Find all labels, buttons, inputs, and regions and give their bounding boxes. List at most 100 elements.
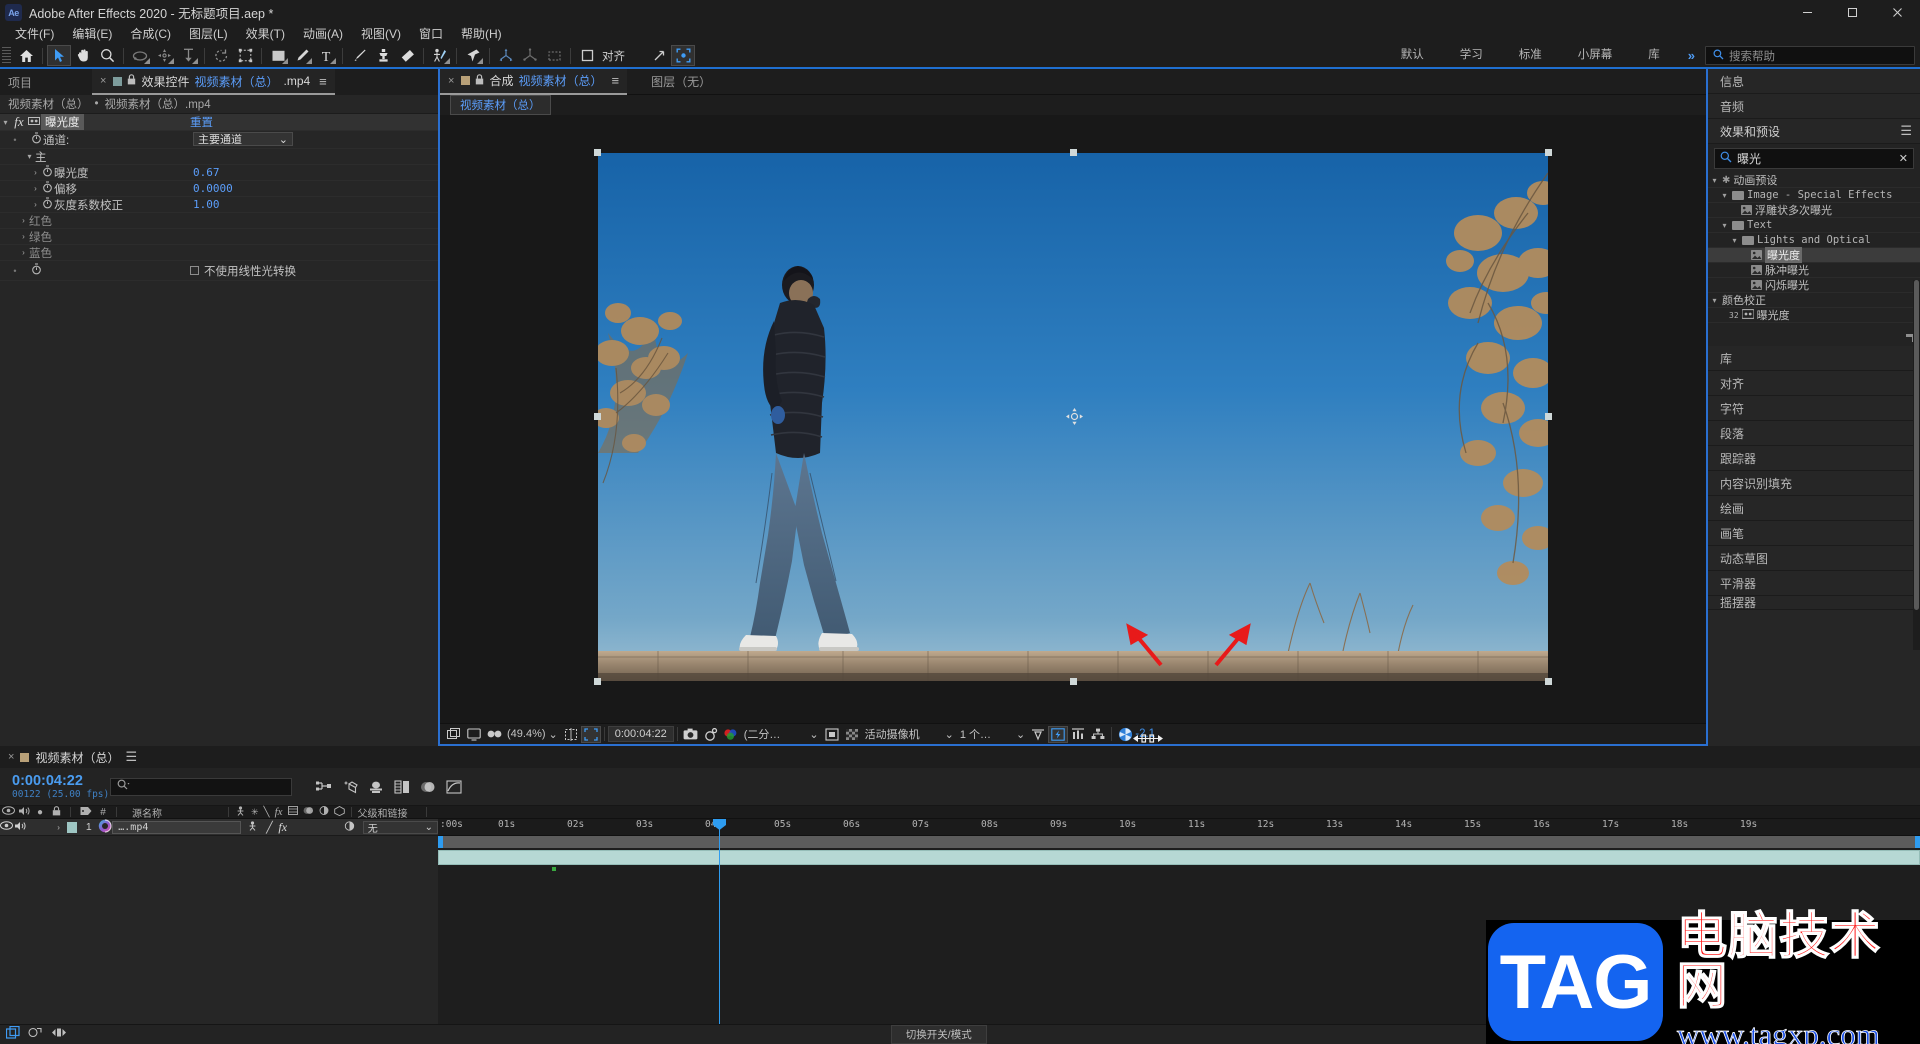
offset-twirl-icon[interactable]: › (30, 184, 41, 193)
sidebar-scrollbar-thumb[interactable] (1914, 280, 1919, 610)
clear-search-icon[interactable]: ✕ (1899, 152, 1908, 165)
layer-fx-icon[interactable]: fx (276, 820, 290, 835)
sidebar-panel-content-aware-fill[interactable]: 内容识别填充 (1708, 471, 1920, 496)
exposure-twirl-icon[interactable]: › (30, 168, 41, 177)
twirl-icon-3[interactable]: ▾ (1720, 221, 1729, 230)
sidebar-panel-paint[interactable]: 绘画 (1708, 496, 1920, 521)
channel-dropdown[interactable]: 主要通道 ⌄ (193, 132, 293, 146)
timeline-tab-label[interactable]: 视频素材（总） (35, 749, 119, 766)
draft-3d-icon[interactable] (342, 779, 358, 795)
work-area-end-handle[interactable] (1915, 836, 1920, 848)
comp-lock-icon[interactable] (475, 74, 484, 88)
menu-animation[interactable]: 动画(A) (294, 25, 352, 44)
tab-project[interactable]: 项目 (0, 69, 40, 95)
minimize-button[interactable] (1785, 0, 1830, 25)
master-twirl-icon[interactable]: ▾ (24, 152, 35, 161)
pixel-aspect-correction-icon[interactable] (1028, 726, 1048, 743)
transparency-grid-toggle-icon[interactable] (822, 726, 842, 743)
selection-handle-tc[interactable] (1070, 149, 1077, 156)
red-twirl-icon[interactable]: › (18, 216, 29, 225)
pen-tool-icon[interactable] (290, 45, 314, 66)
selection-handle-tl[interactable] (594, 149, 601, 156)
eraser-tool-icon[interactable] (395, 45, 419, 66)
effect-reset-button[interactable]: 重置 (190, 114, 213, 130)
sidebar-panel-paragraph[interactable]: 段落 (1708, 421, 1920, 446)
comp-flowchart-icon[interactable] (1088, 726, 1108, 743)
anchor-point-icon[interactable] (1066, 408, 1083, 429)
property-value-gamma[interactable]: 1.00 (193, 198, 220, 211)
snap-checkbox-icon[interactable] (575, 45, 599, 66)
timeline-current-time[interactable]: 0:00:04:22 (12, 773, 110, 789)
stopwatch-icon-channel[interactable] (30, 132, 43, 147)
timeline-panel-menu-icon[interactable]: ☰ (125, 749, 137, 765)
selection-handle-bc[interactable] (1070, 678, 1077, 685)
panel-menu-icon[interactable]: ≡ (319, 74, 327, 89)
sidebar-panel-motion-sketch[interactable]: 动态草图 (1708, 546, 1920, 571)
layer-label-color[interactable] (67, 822, 78, 833)
tree-item-exposure-effect[interactable]: 32 曝光度 (1708, 308, 1920, 323)
views-dropdown[interactable]: 1 个… ⌄ (957, 726, 1028, 742)
transform-box-icon[interactable] (671, 45, 695, 66)
toggle-switches-modes-button[interactable]: 切换开关/模式 (891, 1025, 987, 1044)
sidebar-panel-info[interactable]: 信息 (1708, 69, 1920, 94)
sidebar-scrollbar[interactable] (1913, 280, 1920, 650)
timeline-time-display[interactable]: 0:00:04:22 00122 (25.00 fps) (0, 773, 110, 800)
anchor-point-tool-icon[interactable] (176, 45, 200, 66)
workspace-tab-learn[interactable]: 学习 (1442, 43, 1501, 68)
sidebar-panel-brushes[interactable]: 画笔 (1708, 521, 1920, 546)
maximize-button[interactable] (1830, 0, 1875, 25)
layer-adjustment-icon[interactable] (342, 821, 357, 834)
work-area-bar[interactable] (438, 836, 1920, 848)
tree-item-emboss-multi-exposure[interactable]: 浮雕状多次曝光 (1708, 203, 1920, 218)
green-twirl-icon[interactable]: › (18, 232, 29, 241)
text-tool-icon[interactable]: T (314, 45, 338, 66)
brush-tool-icon[interactable] (347, 45, 371, 66)
linear-light-checkbox[interactable] (190, 266, 199, 275)
workspace-tab-standard[interactable]: 标准 (1501, 43, 1560, 68)
sidebar-panel-character[interactable]: 字符 (1708, 396, 1920, 421)
workspace-tab-default[interactable]: 默认 (1383, 43, 1442, 68)
graph-editor-icon[interactable] (446, 779, 462, 795)
composition-viewer[interactable] (440, 115, 1706, 723)
current-time-indicator[interactable] (719, 819, 720, 1024)
layer-marker[interactable] (552, 867, 556, 871)
timeline-graph-icon[interactable] (1068, 726, 1088, 743)
always-preview-icon[interactable] (444, 726, 464, 743)
snapshot-camera-icon[interactable] (681, 726, 701, 743)
property-group-red[interactable]: › 红色 (0, 213, 438, 229)
menu-effect[interactable]: 效果(T) (237, 25, 294, 44)
layer-visibility-toggle[interactable] (0, 821, 13, 833)
layer-clip-bar[interactable] (438, 850, 1920, 865)
sidebar-panel-libraries[interactable]: 库 (1708, 346, 1920, 371)
3d-axis-universal-icon[interactable] (494, 45, 518, 66)
workspace-tab-small-screen[interactable]: 小屏幕 (1560, 43, 1631, 68)
toolbar-grip[interactable] (2, 47, 11, 65)
clone-stamp-icon[interactable] (371, 45, 395, 66)
property-group-green[interactable]: › 绿色 (0, 229, 438, 245)
selection-handle-bl[interactable] (594, 678, 601, 685)
3d-axis-local-icon[interactable] (518, 45, 542, 66)
stopwatch-icon-offset[interactable] (41, 181, 54, 196)
layer-source-name[interactable]: ….mp4 (112, 821, 241, 834)
twirl-icon-4[interactable]: ▾ (1730, 236, 1739, 245)
effect-name[interactable]: 曝光度 (41, 114, 84, 130)
parent-link-header[interactable]: 父级和链接 (358, 805, 408, 820)
linear-light-checkbox-group[interactable]: 不使用线性光转换 (190, 263, 296, 279)
fast-preview-icon[interactable] (1048, 726, 1068, 743)
lock-icon[interactable] (127, 74, 136, 88)
blue-twirl-icon[interactable]: › (18, 248, 29, 257)
sidebar-panel-wiggler[interactable]: 摇摆器 (1708, 596, 1920, 610)
stopwatch-icon-gamma[interactable] (41, 197, 54, 212)
selection-handle-br[interactable] (1545, 678, 1552, 685)
workspace-tab-libraries[interactable]: 库 (1630, 43, 1678, 68)
source-name-header[interactable]: 源名称 (122, 805, 222, 820)
layer-parent-dropdown[interactable]: 无 ⌄ (363, 821, 438, 834)
tree-item-exposure-preset[interactable]: 曝光度 (1708, 248, 1920, 263)
puppet-pin-icon[interactable] (428, 45, 452, 66)
motion-blur-icon[interactable] (420, 779, 436, 795)
layer-audio-toggle[interactable] (13, 821, 26, 834)
selection-tool-icon[interactable] (47, 45, 71, 66)
layer-parent-pick-whip[interactable] (241, 821, 263, 834)
effects-search-field[interactable]: 曝光 ✕ (1714, 148, 1914, 169)
selection-handle-tr[interactable] (1545, 149, 1552, 156)
